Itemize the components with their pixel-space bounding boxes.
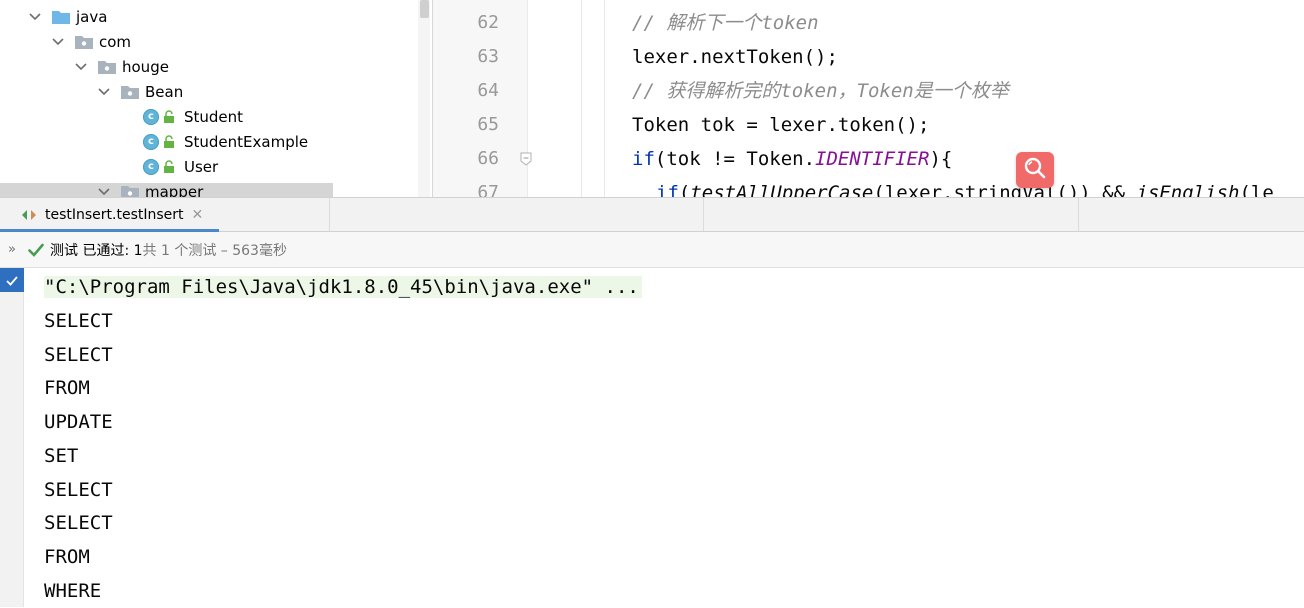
console-line: UPDATE [44,411,113,433]
tree-scroll-thumb[interactable] [420,0,429,18]
class-icon: c [143,158,159,175]
test-run-icon [21,209,37,221]
tree-node-com[interactable]: com [51,29,131,54]
command-line: "C:\Program Files\Java\jdk1.8.0_45\bin\j… [44,276,642,298]
tree-node-label: houge [122,57,169,76]
keyword-token: if [656,182,679,197]
tree-node-label: mapper [145,182,204,198]
lock-icon [163,159,175,174]
tree-node-studentexample[interactable]: c StudentExample [143,129,308,154]
test-passed-text: 测试 已通过: 1 [50,242,143,259]
code-line: if(tok != Token.IDENTIFIER){ [632,142,952,176]
class-icon: c [143,108,159,125]
checkmark-icon [6,271,18,290]
package-icon [121,84,139,99]
tree-node-label: StudentExample [184,132,309,151]
run-tab-label: testInsert.testInsert [45,206,184,223]
tree-node-java[interactable]: java [28,4,107,29]
class-icon: c [143,133,159,150]
code-token: (le [1239,182,1274,197]
tree-node-label: com [99,32,132,51]
tree-node-bean[interactable]: Bean [97,79,183,104]
line-number: 66 [477,148,499,169]
lock-icon [163,109,175,124]
package-icon [98,59,116,74]
code-line: if(testAllUpperCase(lexer.stringVal()) &… [656,176,1274,197]
search-button[interactable] [1016,152,1054,188]
test-tree-strip [0,268,24,607]
test-result-node[interactable] [0,268,24,292]
console-line: FROM [44,546,90,568]
chevron-down-icon[interactable] [97,85,111,99]
expand-toolbar-icon[interactable]: » [8,242,28,257]
line-number: 64 [477,80,499,101]
project-tree-panel: java com houge Bean c Student c StudentE… [0,0,433,197]
tree-node-user[interactable]: c User [143,154,218,179]
tree-node-student[interactable]: c Student [143,104,243,129]
tree-node-label: java [76,7,108,26]
line-number: 65 [477,114,499,135]
code-token: (lexer.stringVal()) && [873,182,1137,197]
constant-token: IDENTIFIER [815,148,930,170]
source-folder-icon [52,9,70,24]
code-line: Token tok = lexer.token(); [632,114,930,136]
code-token: ){ [929,148,953,170]
run-tab[interactable]: testInsert.testInsert ✕ [0,198,219,231]
method-token: isEnglish [1136,182,1240,197]
tree-node-label: Bean [145,82,184,101]
test-status-bar: » 测试 已通过: 1 共 1 个测试 – 563毫秒 [0,232,1304,268]
console-line: SELECT [44,344,113,366]
tree-node-houge[interactable]: houge [74,54,169,79]
console-line: SELECT [44,310,113,332]
keyword-token: if [632,148,655,170]
package-icon [75,34,93,49]
code-line: // 解析下一个token [632,12,819,34]
close-icon[interactable]: ✕ [192,207,204,223]
package-icon [121,184,139,197]
console-line: SET [44,445,79,467]
method-token: testAllUpperCase [690,182,874,197]
line-number: 63 [477,46,499,67]
code-editor[interactable]: // 解析下一个token lexer.nextToken(); // 获得解析… [528,0,1304,197]
code-token: (tok != Token. [654,148,816,170]
console-output[interactable]: "C:\Program Files\Java\jdk1.8.0_45\bin\j… [44,270,642,304]
chevron-down-icon[interactable] [28,10,42,24]
tab-separator [329,198,330,231]
magnifier-icon [1023,156,1047,184]
lock-icon [163,134,175,149]
console-line: FROM [44,377,90,399]
code-line: // 获得解析完的token，Token是一个枚举 [632,80,1009,102]
console-line: SELECT [44,512,113,534]
test-summary-text: 共 1 个测试 – 563毫秒 [142,242,287,259]
chevron-down-icon[interactable] [51,35,65,49]
tab-separator [1078,198,1079,231]
indent-guide [604,0,605,197]
console-line: SELECT [44,479,113,501]
line-number: 62 [477,12,499,33]
tree-node-label: User [184,157,219,176]
chevron-down-icon[interactable] [74,60,88,74]
console-line: WHERE [44,580,102,602]
code-line: lexer.nextToken(); [632,46,838,68]
checkmark-icon [28,243,44,257]
chevron-down-icon[interactable] [97,185,111,198]
tree-node-mapper[interactable]: mapper [97,179,203,197]
tab-separator [703,198,704,231]
indent-guide [581,0,582,197]
tree-scrollbar[interactable] [418,0,430,197]
run-tab-bar: testInsert.testInsert ✕ [0,197,1304,232]
tree-node-label: Student [184,107,244,126]
code-token: ( [678,182,691,197]
